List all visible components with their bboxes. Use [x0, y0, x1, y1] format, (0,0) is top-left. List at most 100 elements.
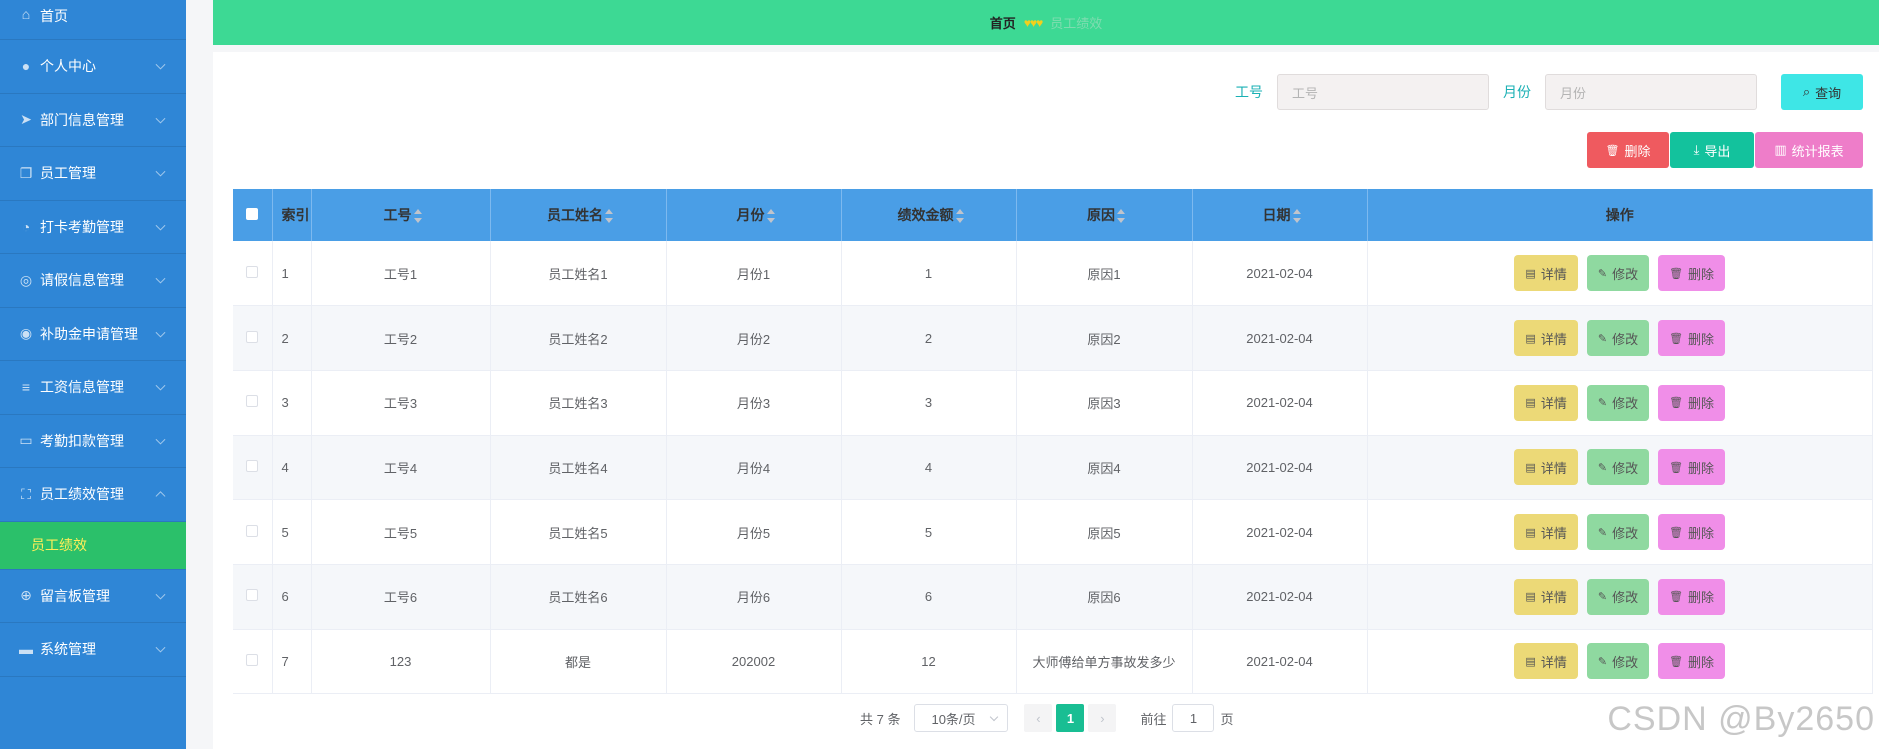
edit-button[interactable]: ✎ 修改	[1586, 449, 1650, 486]
header-month-label: 月份	[736, 207, 765, 223]
detail-button[interactable]: ▤ 详情	[1514, 643, 1578, 680]
header-reason[interactable]: 原因	[1016, 189, 1193, 241]
cell-index: 3	[272, 370, 312, 436]
select-all-checkbox[interactable]	[246, 208, 259, 220]
prev-page-button[interactable]: ‹	[1024, 704, 1053, 732]
delete-button[interactable]: 🗑 删除	[1658, 449, 1726, 486]
cell-date: 2021-02-04	[1192, 241, 1368, 307]
goto-page-input[interactable]: 1	[1172, 704, 1215, 732]
delete-button[interactable]: 🗑 删除	[1658, 578, 1726, 615]
chevron-down-icon	[155, 589, 166, 600]
sidebar-item-7[interactable]: ≡ 工资信息管理	[0, 361, 186, 415]
cell-month: 月份3	[666, 370, 842, 436]
row-checkbox[interactable]	[246, 589, 259, 602]
sidebar-item-11[interactable]: ▬ 系统管理	[0, 623, 186, 677]
cell-month: 月份6	[666, 564, 842, 630]
edit-button[interactable]: ✎ 修改	[1586, 514, 1650, 551]
sidebar-item-8[interactable]: ▭ 考勤扣款管理	[0, 415, 186, 468]
header-amount[interactable]: 绩效金额	[841, 189, 1017, 241]
delete-button[interactable]: 🗑 删除	[1658, 514, 1726, 551]
sidebar-item-1[interactable]: ● 个人中心	[0, 40, 186, 94]
edit-button[interactable]: ✎ 修改	[1586, 320, 1650, 357]
row-select-cell	[233, 564, 273, 630]
table-row: 1 工号1 员工姓名1 月份1 1 原因1 2021-02-04 ▤ 详情 ✎ 修改 🗑 删除	[233, 241, 1873, 307]
table-row: 7 123 都是 202002 12 大师傅给单方事故发多少 2021-02-04 ▤ 详情 ✎ 修…	[233, 629, 1873, 695]
edit-label: 修改	[1612, 331, 1639, 347]
detail-label: 详情	[1540, 331, 1567, 347]
document-icon: ▤	[1525, 591, 1536, 604]
header-date-label: 日期	[1262, 207, 1291, 223]
sidebar-item-5[interactable]: ◎ 请假信息管理	[0, 254, 186, 308]
delete-button[interactable]: 🗑 删除	[1658, 255, 1726, 292]
row-checkbox[interactable]	[246, 653, 259, 666]
cell-ops: ▤ 详情 ✎ 修改 🗑 删除	[1367, 499, 1873, 565]
sidebar-item-label: 补助金申请管理	[40, 325, 138, 342]
cell-month: 月份2	[666, 305, 842, 371]
batch-delete-button[interactable]: 🗑 删除	[1587, 132, 1669, 168]
row-checkbox[interactable]	[246, 459, 259, 472]
edit-button[interactable]: ✎ 修改	[1586, 255, 1650, 292]
edit-button[interactable]: ✎ 修改	[1586, 384, 1650, 421]
row-select-cell	[233, 241, 273, 307]
ticket-icon: ▬	[19, 641, 33, 658]
row-checkbox[interactable]	[246, 330, 259, 343]
header-month[interactable]: 月份	[666, 189, 842, 241]
delete-button[interactable]: 🗑 删除	[1658, 320, 1726, 357]
month-input[interactable]: 月份	[1545, 74, 1757, 110]
emp-no-input[interactable]: 工号	[1277, 74, 1489, 110]
sidebar-item-label: 系统管理	[40, 641, 96, 658]
page-size-select[interactable]: 10条/页	[914, 704, 1009, 732]
query-button[interactable]: ⌕ 查询	[1781, 74, 1863, 110]
edit-icon: ✎	[1597, 332, 1608, 345]
row-checkbox[interactable]	[246, 524, 259, 537]
sidebar-item-3[interactable]: ❐ 员工管理	[0, 147, 186, 201]
row-checkbox[interactable]	[246, 395, 259, 408]
detail-button[interactable]: ▤ 详情	[1514, 255, 1578, 292]
sidebar-item-6[interactable]: ◉ 补助金申请管理	[0, 308, 186, 361]
detail-button[interactable]: ▤ 详情	[1514, 449, 1578, 486]
chevron-down-icon	[155, 273, 166, 284]
sidebar-item-2[interactable]: ➤ 部门信息管理	[0, 94, 186, 147]
delete-button[interactable]: 🗑 删除	[1658, 643, 1726, 680]
detail-button[interactable]: ▤ 详情	[1514, 320, 1578, 357]
breadcrumb: 首页 ♥♥♥ 员工绩效	[213, 0, 1879, 45]
delete-label: 删除	[1688, 590, 1715, 606]
goto-prefix: 前往	[1140, 711, 1167, 727]
header-date[interactable]: 日期	[1192, 189, 1368, 241]
document-icon: ▤	[1525, 461, 1536, 474]
export-button[interactable]: ⤓ 导出	[1670, 132, 1754, 168]
sidebar-item-4[interactable]: ◔ 打卡考勤管理	[0, 201, 186, 254]
delete-button[interactable]: 🗑 删除	[1658, 384, 1726, 421]
header-emp-no[interactable]: 工号	[311, 189, 491, 241]
sidebar-item-10[interactable]: ⊕ 留言板管理	[0, 570, 186, 623]
edit-icon: ✎	[1597, 526, 1608, 539]
query-button-label: 查询	[1815, 85, 1842, 101]
sidebar-item-label: 首页	[40, 8, 68, 24]
trash-icon: 🗑	[1605, 144, 1620, 157]
detail-button[interactable]: ▤ 详情	[1514, 384, 1578, 421]
header-name-label: 员工姓名	[547, 207, 603, 223]
next-page-button[interactable]: ›	[1088, 704, 1117, 732]
cell-emp-no: 123	[311, 629, 491, 695]
cell-ops: ▤ 详情 ✎ 修改 🗑 删除	[1367, 435, 1873, 501]
edit-button[interactable]: ✎ 修改	[1586, 578, 1650, 615]
breadcrumb-home[interactable]: 首页	[990, 13, 1016, 32]
cell-month: 月份1	[666, 241, 842, 307]
chevron-down-icon	[155, 380, 166, 391]
table-row: 3 工号3 员工姓名3 月份3 3 原因3 2021-02-04 ▤ 详情 ✎ 修改 🗑 删除	[233, 370, 1873, 436]
row-checkbox[interactable]	[246, 265, 259, 278]
chevron-down-icon	[155, 434, 166, 445]
page-1-button[interactable]: 1	[1056, 704, 1085, 732]
detail-button[interactable]: ▤ 详情	[1514, 578, 1578, 615]
sidebar-item-9[interactable]: ⛶ 员工绩效管理	[0, 468, 186, 522]
submenu-item-performance[interactable]: 员工绩效	[0, 521, 186, 570]
edit-button[interactable]: ✎ 修改	[1586, 643, 1650, 680]
copy-icon: ❐	[19, 164, 33, 181]
sidebar-item-0[interactable]: ⌂ 首页	[0, 0, 186, 40]
chevron-down-icon	[155, 113, 166, 124]
detail-button[interactable]: ▤ 详情	[1514, 514, 1578, 551]
sidebar-item-label: 个人中心	[40, 58, 96, 75]
header-name[interactable]: 员工姓名	[490, 189, 667, 241]
report-button[interactable]: ▥ 统计报表	[1755, 132, 1863, 168]
cell-date: 2021-02-04	[1192, 305, 1368, 371]
